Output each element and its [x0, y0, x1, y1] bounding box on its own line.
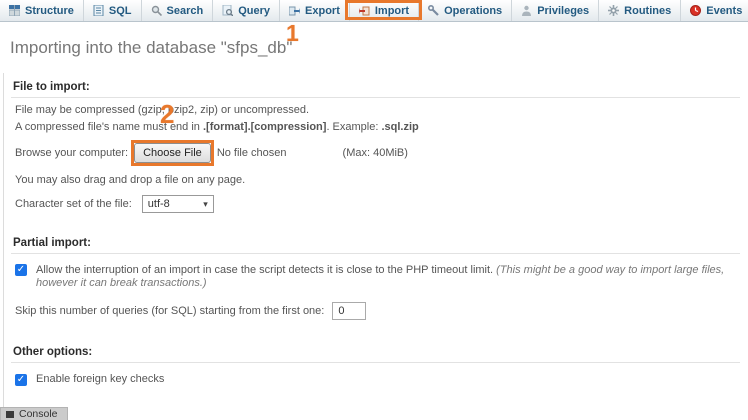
tab-label: SQL	[108, 4, 132, 17]
query-icon	[222, 5, 234, 16]
line2-example: .sql.zip	[381, 121, 419, 133]
skip-queries-row: Skip this number of queries (for SQL) st…	[15, 302, 740, 320]
tab-events[interactable]: Events	[681, 0, 748, 21]
tab-import[interactable]: Import	[344, 0, 423, 21]
foreign-key-label: Enable foreign key checks	[36, 373, 165, 385]
max-upload-size: (Max: 40MiB)	[342, 147, 408, 159]
console-icon	[6, 410, 14, 418]
charset-row: Character set of the file: utf-8 ▾	[15, 195, 740, 213]
tab-sql[interactable]: SQL	[84, 0, 142, 21]
tab-routines[interactable]: Routines	[599, 0, 682, 21]
console-label: Console	[19, 408, 58, 420]
skip-queries-input[interactable]: 0	[332, 302, 367, 320]
line2-prefix: A compressed file's name must end in	[15, 121, 203, 133]
annotation-step-1: 1	[286, 20, 299, 46]
tab-privileges[interactable]: Privileges	[512, 0, 600, 21]
drag-drop-hint: You may also drag and drop a file on any…	[15, 174, 246, 186]
browse-label: Browse your computer:	[15, 147, 129, 159]
tab-export[interactable]: Export	[280, 0, 350, 21]
tab-label: Search	[166, 4, 204, 17]
charset-select[interactable]: utf-8 ▾	[141, 195, 214, 213]
tab-label: Events	[706, 4, 743, 17]
tab-label: Import	[374, 4, 410, 17]
section-heading-format: Format:	[11, 410, 740, 420]
allow-interruption-checkbox[interactable]: ✓	[15, 264, 27, 276]
allow-interruption-label: Allow the interruption of an import in c…	[36, 264, 740, 290]
no-file-chosen-text: No file chosen	[216, 147, 287, 159]
structure-icon	[9, 5, 20, 16]
browse-row: Browse your computer: Choose File No fil…	[15, 140, 740, 166]
console-toggle[interactable]: Console	[0, 407, 68, 420]
tab-label: Privileges	[537, 4, 590, 17]
tab-label: Operations	[444, 4, 503, 17]
choose-file-button[interactable]: Choose File	[134, 143, 211, 163]
foreign-key-checkbox[interactable]: ✓	[15, 373, 27, 386]
annotation-step-2: 2	[160, 99, 175, 129]
tab-label: Query	[238, 4, 271, 17]
database-tabbar: Structure SQL Search Query Export Import…	[0, 0, 748, 22]
tab-query[interactable]: Query	[213, 0, 281, 21]
privileges-icon	[521, 5, 532, 16]
choose-file-highlight-box: Choose File	[131, 140, 214, 166]
chevron-down-icon: ▾	[203, 198, 208, 209]
charset-selected-value: utf-8	[147, 198, 170, 210]
import-icon	[358, 5, 370, 16]
tab-search[interactable]: Search	[142, 0, 214, 21]
skip-queries-label: Skip this number of queries (for SQL) st…	[15, 305, 325, 317]
tab-label: Structure	[25, 4, 74, 17]
operations-icon	[428, 5, 439, 16]
events-icon	[690, 5, 702, 16]
sql-icon	[93, 5, 104, 16]
foreign-key-row: ✓ Enable foreign key checks	[15, 373, 740, 386]
tab-operations[interactable]: Operations	[419, 0, 513, 21]
export-icon	[289, 5, 301, 16]
page-title: Importing into the database "sfps_db"	[10, 38, 293, 57]
compression-info-line1: File may be compressed (gzip, bzip2, zip…	[15, 104, 310, 116]
phpmyadmin-import-page: Structure SQL Search Query Export Import…	[0, 0, 748, 420]
compression-info-line2: A compressed file's name must end in .[f…	[15, 121, 740, 134]
tab-structure[interactable]: Structure	[0, 0, 84, 21]
allow-interruption-text: Allow the interruption of an import in c…	[36, 264, 497, 276]
section-heading-file-to-import: File to import:	[11, 79, 740, 98]
allow-interruption-row: ✓ Allow the interruption of an import in…	[15, 264, 740, 290]
section-heading-other-options: Other options:	[11, 344, 740, 363]
import-form: File to import: File may be compressed (…	[3, 73, 748, 420]
tab-label: Export	[305, 4, 340, 17]
routines-icon	[608, 5, 620, 16]
tab-label: Routines	[624, 4, 672, 17]
section-heading-partial-import: Partial import:	[11, 235, 740, 254]
charset-label: Character set of the file:	[15, 198, 132, 210]
search-icon	[151, 5, 162, 16]
line2-mid: . Example:	[326, 121, 382, 133]
line2-format-pattern: .[format].[compression]	[202, 121, 327, 133]
